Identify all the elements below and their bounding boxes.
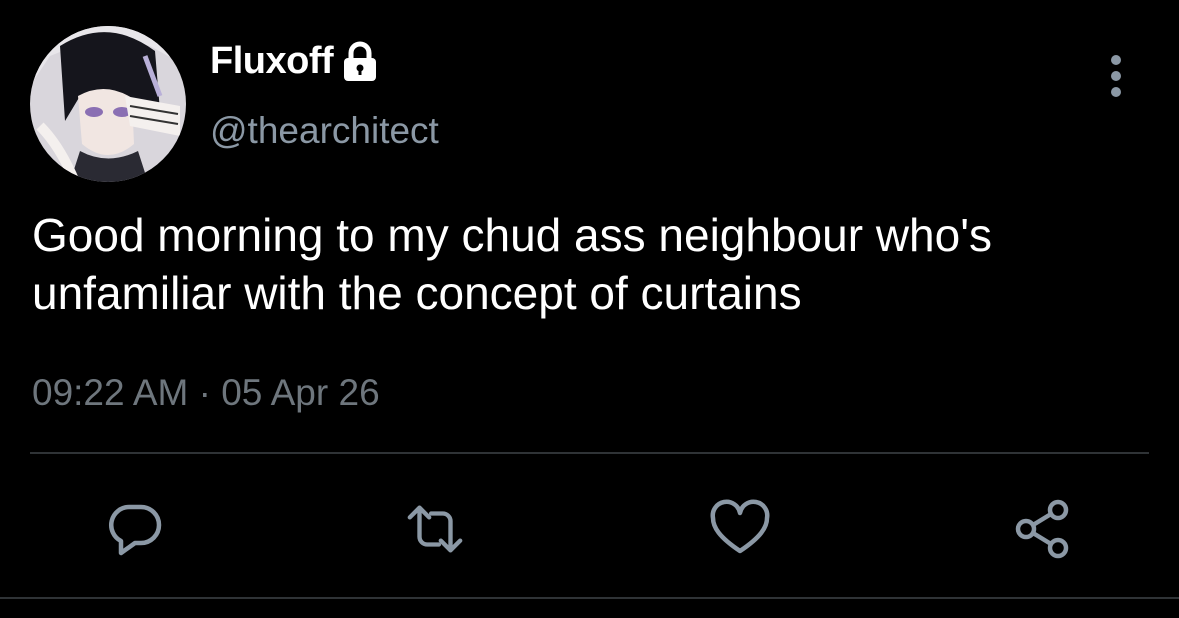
like-button[interactable] [709, 498, 771, 560]
tweet-time: 09:22 AM [32, 372, 189, 413]
tweet-date: 05 Apr 26 [221, 372, 380, 413]
bottom-divider [0, 597, 1179, 599]
display-name[interactable]: Fluxoff [210, 40, 334, 83]
name-row: Fluxoff [210, 40, 379, 83]
meta-separator: · [198, 372, 211, 413]
avatar[interactable] [30, 26, 186, 182]
retweet-icon [407, 505, 463, 553]
tweet-text: Good morning to my chud ass neighbour wh… [32, 209, 992, 319]
tweet-timestamp[interactable]: 09:22 AM · 05 Apr 26 [32, 372, 380, 414]
more-vertical-icon[interactable] [1096, 52, 1136, 100]
lock-icon [341, 41, 379, 83]
divider [30, 452, 1149, 454]
retweet-button[interactable] [404, 498, 466, 560]
reply-button[interactable] [104, 498, 166, 560]
share-icon [1015, 499, 1069, 559]
author-handle[interactable]: @thearchitect [210, 110, 439, 152]
reply-icon [109, 504, 162, 556]
heart-icon [710, 499, 770, 554]
share-button[interactable] [1012, 498, 1074, 560]
